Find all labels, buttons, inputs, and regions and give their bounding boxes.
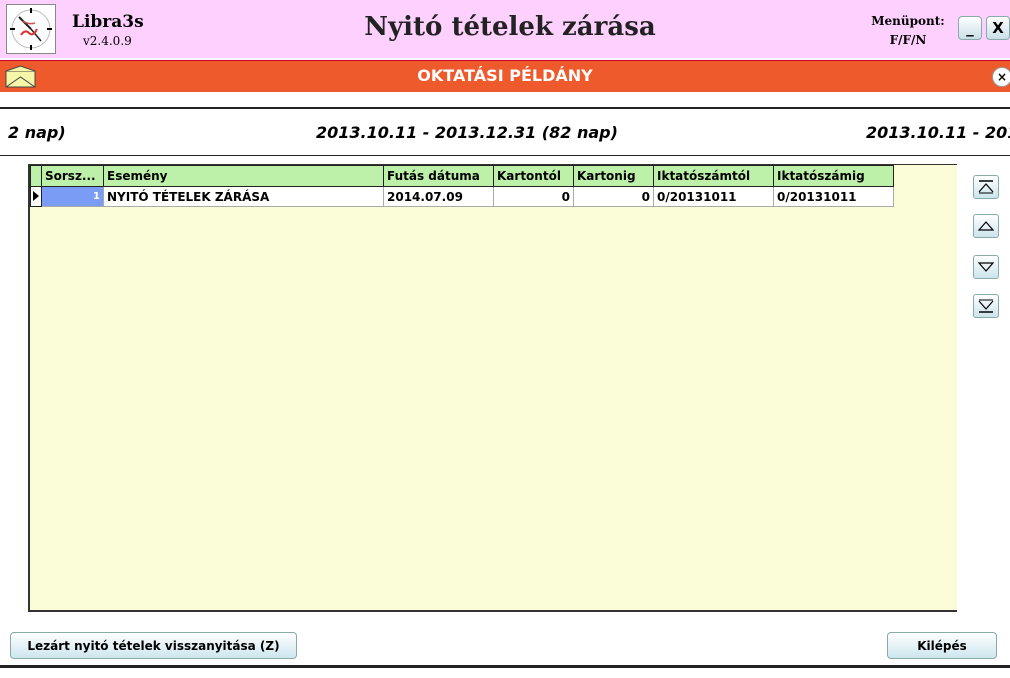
app-name: Libra3s [72, 12, 144, 32]
data-grid: Sorsz... Esemény Futás dátuma Kartontól … [28, 164, 957, 612]
cell-futas-datuma[interactable]: 2014.07.09 [383, 186, 494, 207]
period-left: 2 nap) [8, 123, 66, 142]
app-logo [6, 4, 56, 54]
first-record-icon [978, 180, 994, 194]
minimize-button[interactable]: _ [958, 16, 982, 40]
column-header-futas-datuma[interactable]: Futás dátuma [383, 165, 494, 187]
menu-label: Menüpont: [871, 14, 945, 28]
column-header-kartonig[interactable]: Kartonig [573, 165, 654, 187]
training-banner: OKTATÁSI PÉLDÁNY × [0, 60, 1010, 92]
cell-kartontol[interactable]: 0 [493, 186, 574, 207]
title-bar: Libra3s v2.4.0.9 Nyitó tételek zárása Me… [0, 0, 1010, 58]
table-row[interactable]: 1 NYITÓ TÉTELEK ZÁRÁSA 2014.07.09 0 0 0/… [30, 186, 894, 207]
cell-kartonig[interactable]: 0 [573, 186, 654, 207]
window-title: Nyitó tételek zárása [364, 12, 656, 42]
period-right: 2013.10.11 - 201 [866, 123, 1010, 142]
cell-iktatoszamtol[interactable]: 0/20131011 [653, 186, 774, 207]
previous-record-button[interactable] [973, 214, 999, 238]
column-header-iktatoszamig[interactable]: Iktatószámig [773, 165, 894, 187]
close-window-button[interactable]: X [986, 16, 1010, 40]
menu-code: F/F/N [889, 33, 927, 47]
close-icon: X [992, 19, 1004, 37]
last-record-icon [978, 299, 994, 313]
last-record-button[interactable] [973, 294, 999, 318]
bottom-divider [0, 665, 1010, 668]
period-bar: 2 nap) 2013.10.11 - 2013.12.31 (82 nap) … [0, 107, 1010, 156]
exit-button[interactable]: Kilépés [887, 632, 997, 659]
first-record-button[interactable] [973, 175, 999, 199]
column-header-kartontol[interactable]: Kartontól [493, 165, 574, 187]
app-version: v2.4.0.9 [83, 34, 132, 48]
column-header-iktatoszamtol[interactable]: Iktatószámtól [653, 165, 774, 187]
minimize-icon: _ [966, 19, 974, 37]
grid-header-row: Sorsz... Esemény Futás dátuma Kartontól … [30, 165, 894, 187]
cell-iktatoszamig[interactable]: 0/20131011 [773, 186, 894, 207]
row-indicator [30, 186, 42, 207]
period-current: 2013.10.11 - 2013.12.31 (82 nap) [316, 123, 618, 142]
next-record-button[interactable] [973, 255, 999, 279]
banner-close-button[interactable]: × [992, 67, 1010, 87]
previous-record-icon [978, 221, 994, 231]
column-header-esemeny[interactable]: Esemény [103, 165, 384, 187]
column-header-sorsz[interactable]: Sorsz... [41, 165, 104, 187]
current-row-arrow-icon [33, 190, 39, 201]
reopen-closed-items-button[interactable]: Lezárt nyitó tételek visszanyitása (Z) [10, 632, 297, 659]
next-record-icon [978, 262, 994, 272]
cell-sorsz[interactable]: 1 [41, 186, 104, 207]
close-icon: × [996, 70, 1008, 84]
cell-esemeny[interactable]: NYITÓ TÉTELEK ZÁRÁSA [103, 186, 384, 207]
row-indicator-header [30, 165, 42, 187]
banner-text: OKTATÁSI PÉLDÁNY [417, 66, 593, 85]
